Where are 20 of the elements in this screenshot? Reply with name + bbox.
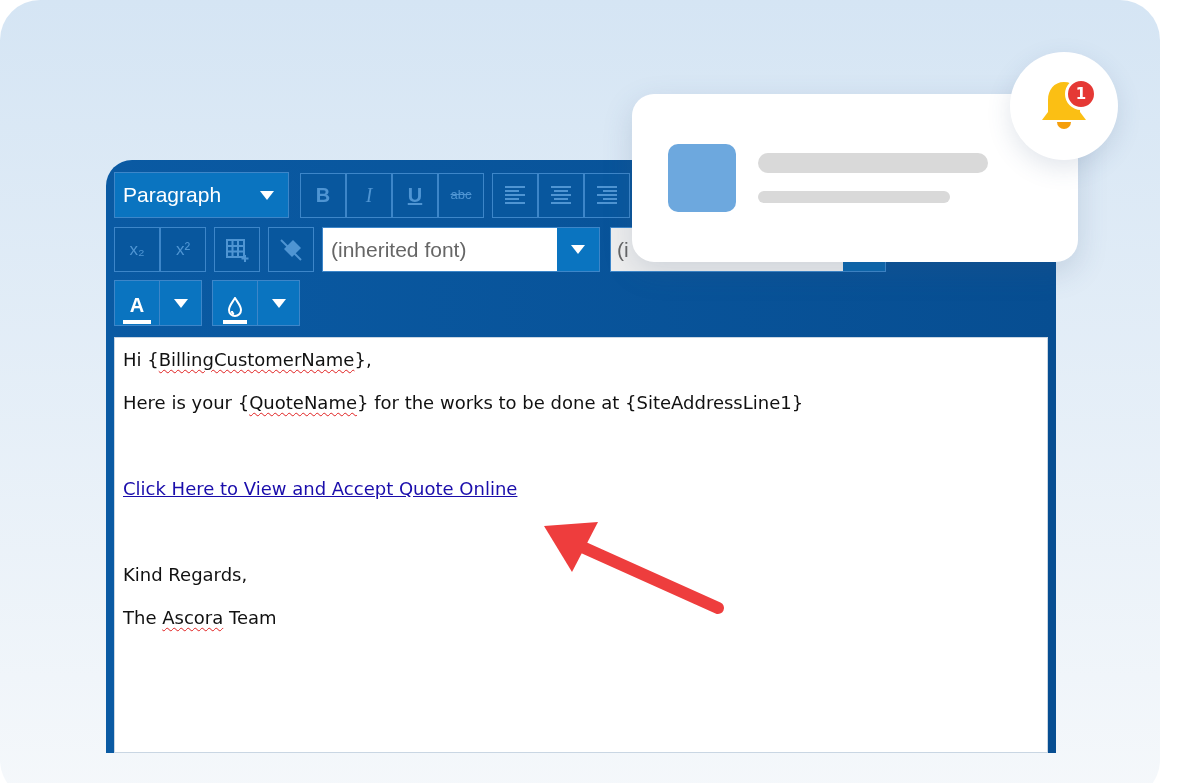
caret-icon — [571, 245, 585, 254]
align-left-icon — [505, 186, 525, 204]
body-text: Kind Regards, — [123, 563, 248, 587]
eraser-icon — [279, 237, 303, 262]
caret-icon — [173, 298, 188, 308]
message-body[interactable]: Hi {BillingCustomerName}, Here is your {QuoteName} for the works to be done at {SiteAddressLine1} Click Here to View and Accept Quote Online Kind Regards, The Ascora Team — [114, 337, 1048, 753]
caret-icon — [271, 298, 286, 308]
table-icon — [225, 237, 249, 262]
caret-icon — [260, 190, 274, 200]
align-right-icon — [597, 186, 617, 204]
body-text: The Ascora Team — [123, 606, 277, 630]
notification-badge: 1 — [1065, 78, 1097, 110]
quote-link[interactable]: Click Here to View and Accept Quote Online — [123, 475, 518, 502]
highlight-icon — [223, 297, 247, 324]
thumbnail-placeholder — [668, 144, 736, 212]
font-select[interactable]: (inherited font) — [322, 227, 600, 272]
paragraph-select[interactable]: Paragraph — [114, 172, 289, 218]
align-center-icon — [551, 186, 571, 204]
body-text: Hi {BillingCustomerName}, — [123, 348, 372, 372]
body-text: Here is your {QuoteName} for the works to be done at {SiteAddressLine1} — [123, 391, 804, 415]
